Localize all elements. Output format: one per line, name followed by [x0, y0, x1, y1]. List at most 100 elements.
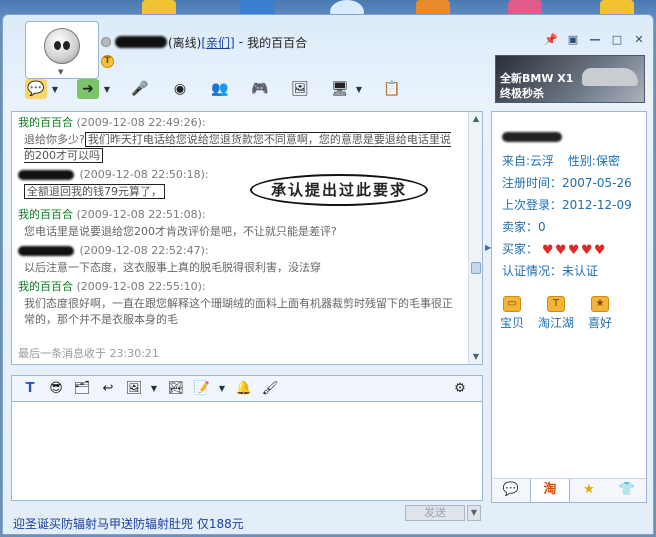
- smile-icon: T: [547, 296, 566, 312]
- image-dropdown-icon[interactable]: ▼: [150, 380, 158, 398]
- minimize-button[interactable]: —: [587, 33, 603, 47]
- heart-icon: ♥: [567, 242, 580, 258]
- group-link[interactable]: [亲们]: [201, 34, 234, 51]
- info-row-buyer: 买家： ♥♥♥♥♥: [502, 238, 642, 260]
- message-time: (2009-12-08 22:49:26):: [76, 116, 206, 129]
- promo-link[interactable]: 迎圣诞买防辐射马甲送防辐射肚兜 仅188元: [13, 515, 244, 532]
- origin-label: 来自:: [502, 154, 531, 168]
- last-login-label: 上次登录：: [502, 198, 563, 212]
- transfer-dropdown-icon[interactable]: ▼: [103, 79, 111, 99]
- chat-tab-icon[interactable]: 💬: [492, 479, 530, 502]
- input-toolbar: T 😎 🗂 ↩ 🖼 ▼ 🏞 📝 ▼ 🔔 🖌 ⚙: [11, 375, 483, 401]
- taobao-badge-icon[interactable]: T: [101, 55, 114, 68]
- verification-value: 未认证: [562, 264, 599, 278]
- message-body: 我们态度很好啊，一直在跟您解释这个珊瑚绒的面料上面有机器裁剪时残留下的毛事很正常…: [24, 297, 453, 326]
- remote-icon[interactable]: 🖥: [329, 79, 351, 99]
- panel-links: ▭ 宝贝 T 淘江湖 ★ 喜好: [500, 296, 612, 331]
- close-button[interactable]: ✕: [631, 33, 647, 47]
- seller-value: 0: [538, 220, 546, 234]
- chat-dropdown-icon[interactable]: ▼: [51, 79, 59, 99]
- chat-bubble-icon[interactable]: 💬: [25, 79, 47, 99]
- last-message-info: 最后一条消息收于 23:30:21: [18, 345, 159, 361]
- link-items-label: 宝贝: [500, 316, 525, 330]
- send-options-icon[interactable]: ▼: [467, 505, 481, 521]
- add-contact-icon[interactable]: 👥: [209, 79, 231, 99]
- image-icon[interactable]: 🖼: [289, 79, 311, 99]
- last-login-value: 2012-12-09: [562, 198, 632, 212]
- gender-label: 性别:: [567, 154, 596, 168]
- transfer-icon[interactable]: ➜: [77, 79, 99, 99]
- link-likes[interactable]: ★ 喜好: [588, 296, 612, 331]
- link-jianghu-label: 淘江湖: [538, 316, 575, 330]
- scroll-up-icon[interactable]: ▲: [471, 114, 481, 124]
- register-label: 注册时间：: [502, 176, 563, 190]
- skin-icon[interactable]: ▣: [565, 33, 581, 47]
- link-likes-label: 喜好: [588, 316, 613, 330]
- message-body: 您电话里是说要退给您200才肯改评价是吧，不让就只能是差评?: [24, 225, 337, 238]
- notes-icon[interactable]: 📋: [381, 79, 403, 99]
- folder-image-icon[interactable]: 🏞: [166, 380, 186, 398]
- origin-value: 云浮: [530, 154, 555, 168]
- message-body: 以后注意一下态度，这衣服事上真的脱毛脱得很利害，没法穿: [24, 261, 321, 274]
- message-time: (2009-12-08 22:55:10):: [76, 280, 206, 293]
- star-tab-icon[interactable]: ★: [570, 479, 608, 502]
- heart-icon: ♥: [541, 242, 554, 258]
- ad-banner[interactable]: 全新BMW X1 终极秒杀: [495, 55, 645, 103]
- taobao-tab-icon[interactable]: 淘: [530, 479, 570, 502]
- chat-history[interactable]: 我的百百合 (2009-12-08 22:49:26): 退给你多少? 我们昨天打…: [11, 111, 483, 365]
- last-message-label: 最后一条消息收于: [18, 347, 106, 360]
- seller-label: 卖家：: [502, 220, 539, 234]
- sender-name: 我的百百合: [18, 280, 73, 293]
- status-icon: [101, 37, 111, 47]
- register-value: 2007-05-26: [562, 176, 632, 190]
- scroll-down-icon[interactable]: ▼: [471, 352, 481, 362]
- bell-icon[interactable]: 🔔: [234, 380, 254, 398]
- emoji-icon[interactable]: 😎: [46, 380, 66, 398]
- remote-dropdown-icon[interactable]: ▼: [355, 79, 363, 99]
- maximize-button[interactable]: □: [609, 33, 625, 47]
- link-items[interactable]: ▭ 宝贝: [500, 296, 524, 331]
- chat-window: ▼ T (离线) [亲们] - 我的百百合 📌 ▣ — □ ✕ 💬 ▼ ➜ ▼ …: [2, 14, 654, 535]
- buyer-rating-hearts: ♥♥♥♥♥: [542, 239, 607, 261]
- redacted-buyer-name: [502, 132, 562, 142]
- heart-icon: ♥: [593, 242, 606, 258]
- notes-dropdown-icon[interactable]: ▼: [218, 380, 226, 398]
- info-row-seller: 卖家：0: [502, 216, 642, 238]
- info-row-register: 注册时间：2007-05-26: [502, 172, 642, 194]
- message-header: 我的百百合 (2009-12-08 22:49:26):: [18, 116, 458, 130]
- heart-icon: ♥: [580, 242, 593, 258]
- scroll-thumb[interactable]: [471, 262, 481, 274]
- message-input[interactable]: [11, 401, 483, 501]
- notes-icon[interactable]: 📝: [192, 380, 212, 398]
- annotation-oval: 承认提出过此要求: [250, 174, 428, 206]
- info-row-last-login: 上次登录：2012-12-09: [502, 194, 642, 216]
- gamepad-icon[interactable]: 🎮: [249, 79, 271, 99]
- bag-icon: ▭: [503, 296, 521, 312]
- highlighted-text: 全额退回我的钱79元算了，: [24, 184, 165, 199]
- pin-icon[interactable]: 📌: [543, 33, 559, 47]
- highlighted-text: 我们昨天打电话给您说给您退货款您不同意啊，您的意思是要退给电话里说的200才可以…: [24, 132, 451, 163]
- microphone-icon[interactable]: 🎤: [129, 79, 151, 99]
- title-bar: (离线) [亲们] - 我的百百合: [101, 33, 307, 51]
- avatar-dropdown-icon[interactable]: ▼: [58, 68, 63, 76]
- message-list: 我的百百合 (2009-12-08 22:49:26): 退给你多少? 我们昨天打…: [18, 112, 458, 328]
- screenshot-icon[interactable]: 🗂: [72, 380, 92, 398]
- star-box-icon: ★: [591, 296, 610, 312]
- redacted-sender: [18, 246, 74, 256]
- contact-avatar[interactable]: ▼: [25, 21, 99, 79]
- history-scrollbar[interactable]: ▲ ▼: [468, 112, 482, 364]
- shake-icon[interactable]: ↩: [98, 380, 118, 398]
- font-icon[interactable]: T: [20, 380, 40, 398]
- clothes-tab-icon[interactable]: 👕: [608, 479, 646, 502]
- image-icon[interactable]: 🖼: [124, 380, 144, 398]
- status-text: (离线): [168, 35, 202, 50]
- sender-name: 我的百百合: [18, 116, 73, 129]
- webcam-icon[interactable]: ◉: [169, 79, 191, 99]
- brush-icon[interactable]: 🖌: [260, 380, 280, 398]
- link-jianghu[interactable]: T 淘江湖: [538, 296, 574, 331]
- send-button[interactable]: 发送: [405, 505, 465, 521]
- buyer-info-panel: 来自:云浮 性别:保密 注册时间：2007-05-26 上次登录：2012-12…: [491, 111, 647, 503]
- ad-line2: 终极秒杀: [500, 87, 544, 100]
- redacted-contact-id: [115, 36, 167, 48]
- settings-icon[interactable]: ⚙: [450, 380, 470, 398]
